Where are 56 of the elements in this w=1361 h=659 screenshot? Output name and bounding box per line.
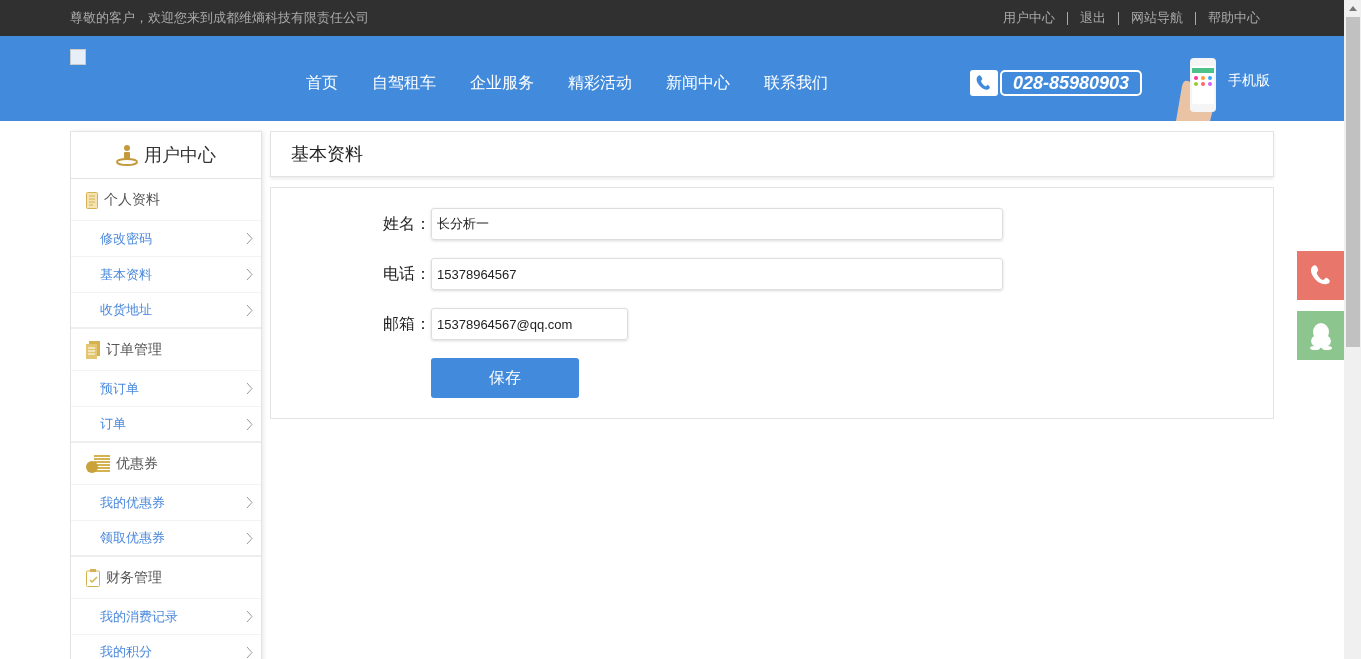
broken-image-icon (70, 49, 86, 65)
save-button[interactable]: 保存 (431, 358, 579, 398)
input-field[interactable]: 长分析一 (431, 208, 1003, 240)
chevron-icon (246, 610, 253, 623)
sidebar-item[interactable]: 我的消费记录 (71, 599, 261, 635)
welcome-text: 尊敬的客户，欢迎您来到成都维熵科技有限责任公司 (70, 9, 369, 28)
group-heading: 财务管理 (106, 568, 162, 587)
chevron-icon (246, 417, 253, 431)
nav-link[interactable]: 精彩活动 (568, 71, 632, 95)
chevron-icon (246, 232, 253, 245)
sidebar-item[interactable]: 基本资料 (71, 257, 261, 293)
nav-link[interactable]: 联系我们 (764, 71, 828, 95)
chat-button[interactable] (1297, 311, 1344, 360)
nav-link[interactable]: 新闻中心 (666, 71, 730, 95)
chevron-icon (246, 531, 253, 545)
sidebar-title: 用户中心 (144, 143, 216, 167)
top-link[interactable]: 帮助中心 (1208, 8, 1260, 28)
phone-number: 028-85980903 (1000, 70, 1143, 96)
top-link[interactable]: 网站导航 (1131, 8, 1183, 28)
nav-link[interactable]: 自驾租车 (372, 71, 436, 95)
chevron-icon (246, 268, 253, 281)
sidebar-item[interactable]: 领取优惠券 (71, 521, 261, 557)
clipboard-check-icon (86, 568, 100, 587)
notepad-icon (86, 190, 98, 209)
group-heading: 优惠券 (116, 454, 158, 473)
chevron-icon (246, 303, 253, 317)
sidebar-item[interactable]: 我的积分 (71, 635, 261, 659)
group-heading: 个人资料 (104, 190, 160, 209)
group-heading: 订单管理 (106, 340, 162, 359)
phone-button[interactable] (1297, 251, 1344, 300)
penguin-icon (1308, 321, 1333, 350)
sidebar-item[interactable]: 修改密码 (71, 221, 261, 257)
top-link[interactable]: 退出 (1080, 8, 1106, 28)
chevron-icon (246, 382, 253, 395)
sidebar-item[interactable]: 收货地址 (71, 293, 261, 329)
coin-stack-icon (86, 454, 110, 473)
input-field[interactable]: 15378964567 (431, 258, 1003, 290)
field-label: 邮箱： (382, 314, 431, 334)
field-label: 姓名： (382, 214, 431, 234)
sidebar-item[interactable]: 订单 (71, 407, 261, 443)
sidebar-item[interactable]: 预订单 (71, 371, 261, 407)
phone-icon (970, 70, 998, 96)
page-title: 基本资料 (291, 142, 363, 166)
chevron-icon (246, 496, 253, 509)
scrollbar[interactable] (1344, 0, 1361, 659)
nav-link[interactable]: 企业服务 (470, 71, 534, 95)
scrollbar-thumb[interactable] (1345, 17, 1360, 347)
nav-link[interactable]: 首页 (306, 71, 338, 95)
sidebar-item[interactable]: 我的优惠券 (71, 485, 261, 521)
chevron-icon (246, 645, 253, 659)
user-pin-icon (116, 144, 138, 166)
mobile-version-link[interactable]: 手机版 (1228, 70, 1271, 91)
field-label: 电话： (382, 264, 431, 284)
documents-icon (86, 340, 100, 359)
input-field[interactable]: 15378964567@qq.com (431, 308, 628, 340)
top-link[interactable]: 用户中心 (1003, 8, 1055, 28)
